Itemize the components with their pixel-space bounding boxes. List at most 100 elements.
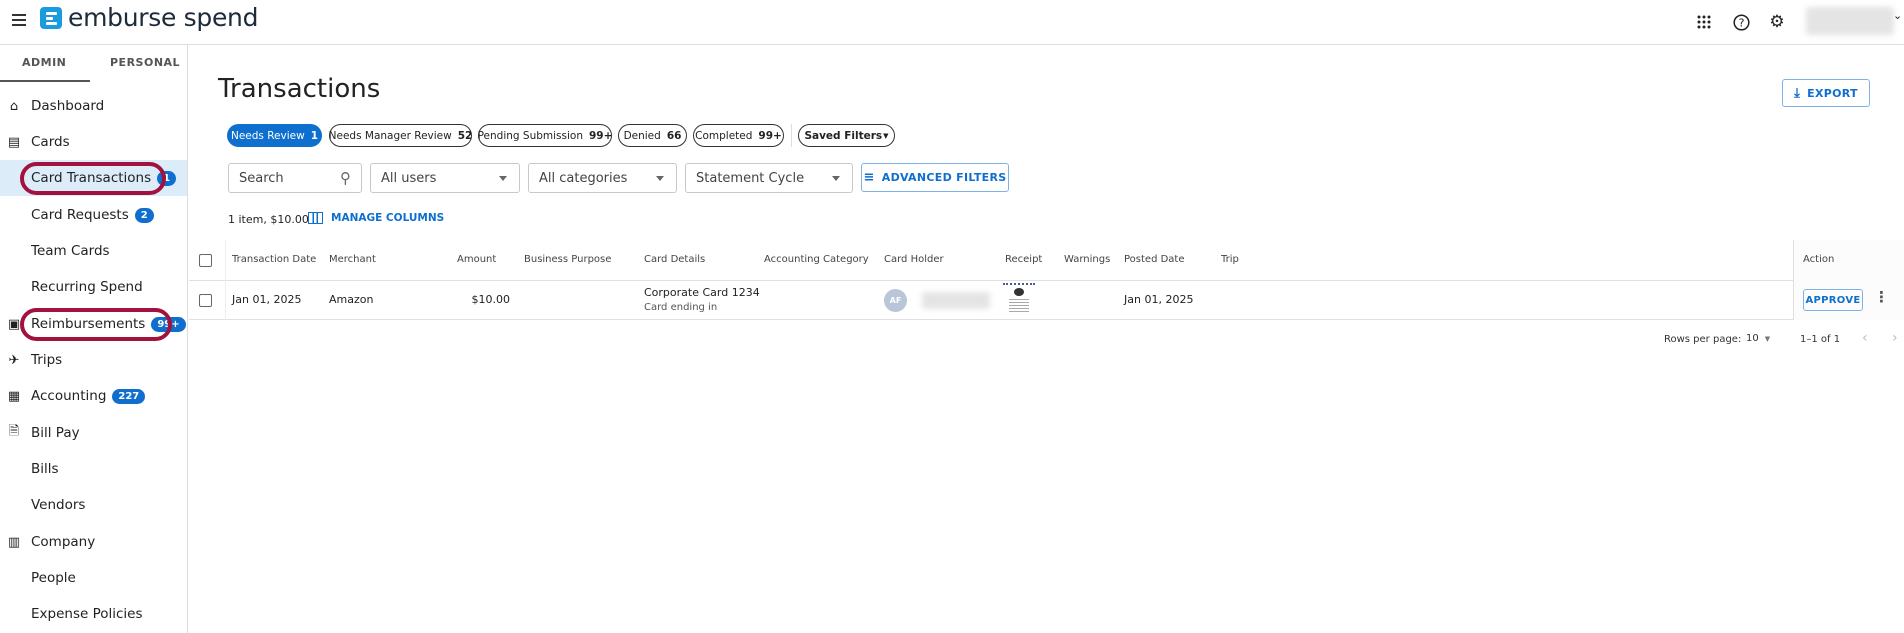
active-tab-indicator bbox=[0, 80, 90, 82]
sidebar: ADMIN PERSONAL ⌂ Dashboard ▤ Cards Card Tr… bbox=[0, 45, 188, 633]
chip-count: 66 bbox=[666, 129, 682, 142]
transaction-date: Jan 01, 2025 bbox=[232, 293, 302, 306]
help-icon[interactable]: ? bbox=[1731, 12, 1751, 32]
top-bar: emburse spend ? ⚙ ⌄ bbox=[0, 0, 1904, 45]
select-all-checkbox[interactable] bbox=[199, 254, 212, 267]
chip-label: Needs Review bbox=[230, 129, 305, 142]
merchant: Amazon bbox=[329, 293, 374, 306]
caret-down-icon bbox=[656, 176, 664, 181]
chip-count: 99+ bbox=[588, 129, 613, 142]
search-icon: ⚲ bbox=[340, 169, 351, 187]
caret-down-icon: ▼ bbox=[883, 131, 889, 140]
plane-icon: ✈ bbox=[8, 352, 20, 368]
sidebar-item-recurring-spend[interactable]: Recurring Spend bbox=[0, 269, 187, 305]
col-card-holder[interactable]: Card Holder bbox=[884, 254, 944, 265]
search-placeholder: Search bbox=[239, 170, 284, 186]
col-card-details[interactable]: Card Details bbox=[644, 254, 705, 265]
chevron-down-icon[interactable]: ⌄ bbox=[1893, 9, 1902, 22]
label: Card Requests bbox=[31, 207, 129, 223]
statement-cycle-select[interactable]: Statement Cycle bbox=[685, 163, 853, 193]
chip-denied[interactable]: Denied 66 bbox=[618, 124, 687, 147]
receipt-thumbnail[interactable] bbox=[1003, 283, 1035, 318]
sidebar-item-accounting[interactable]: ▦ Accounting 227 bbox=[0, 378, 187, 414]
card-ending: Card ending in bbox=[644, 302, 718, 313]
chip-label: Saved Filters bbox=[804, 129, 883, 142]
chip-count: 1 bbox=[310, 129, 319, 142]
row-checkbox[interactable] bbox=[199, 294, 212, 307]
chip-label: Needs Manager Review bbox=[328, 129, 452, 142]
column-divider bbox=[225, 240, 226, 320]
col-action: Action bbox=[1803, 254, 1835, 265]
sidebar-item-card-requests[interactable]: Card Requests 2 bbox=[0, 197, 187, 233]
sidebar-item-bill-pay[interactable]: 🗎 Bill Pay bbox=[0, 415, 187, 451]
saved-filters-dropdown[interactable]: Saved Filters ▼ bbox=[798, 124, 895, 147]
advanced-filters-button[interactable]: ≡ ADVANCED FILTERS bbox=[861, 163, 1009, 192]
chip-count: 52 bbox=[457, 129, 473, 142]
chip-completed[interactable]: Completed 99+ bbox=[693, 124, 784, 147]
tab-personal[interactable]: PERSONAL bbox=[110, 56, 180, 69]
col-trip[interactable]: Trip bbox=[1221, 254, 1239, 265]
col-accounting-category[interactable]: Accounting Category bbox=[764, 254, 869, 265]
export-button[interactable]: ⤓ EXPORT bbox=[1782, 79, 1870, 107]
approve-button[interactable]: APPROVE bbox=[1803, 289, 1863, 311]
rows-per-page-select[interactable]: 10 ▼ bbox=[1746, 333, 1770, 344]
caret-down-icon: ▼ bbox=[1764, 335, 1771, 343]
badge: 227 bbox=[112, 389, 146, 404]
settings-gear-icon[interactable]: ⚙ bbox=[1767, 12, 1787, 32]
pagination-range: 1–1 of 1 bbox=[1800, 334, 1841, 345]
menu-icon[interactable] bbox=[12, 14, 26, 26]
caret-down-icon bbox=[499, 176, 507, 181]
col-transaction-date[interactable]: Transaction Date bbox=[232, 254, 316, 265]
select-value: Statement Cycle bbox=[696, 170, 805, 186]
amount: $10.00 bbox=[471, 293, 511, 306]
previous-page-icon[interactable]: ‹ bbox=[1862, 330, 1868, 346]
home-icon: ⌂ bbox=[9, 98, 19, 114]
sidebar-item-company[interactable]: ▥ Company bbox=[0, 524, 187, 560]
export-label: EXPORT bbox=[1807, 86, 1858, 100]
rows-per-page-label: Rows per page: bbox=[1664, 334, 1742, 345]
sidebar-item-people[interactable]: People bbox=[0, 560, 187, 596]
header-divider bbox=[189, 280, 1904, 281]
col-posted-date[interactable]: Posted Date bbox=[1124, 254, 1185, 265]
chip-pending-submission[interactable]: Pending Submission 99+ bbox=[478, 124, 612, 147]
sidebar-item-bills[interactable]: Bills bbox=[0, 451, 187, 487]
sidebar-item-dashboard[interactable]: ⌂ Dashboard bbox=[0, 88, 187, 124]
col-receipt[interactable]: Receipt bbox=[1005, 254, 1042, 265]
filter-icon: ≡ bbox=[863, 170, 875, 185]
col-amount[interactable]: Amount bbox=[457, 254, 496, 265]
col-business-purpose[interactable]: Business Purpose bbox=[524, 254, 611, 265]
sidebar-item-expense-policies[interactable]: Expense Policies bbox=[0, 596, 187, 632]
chip-label: Pending Submission bbox=[477, 129, 583, 142]
sidebar-item-vendors[interactable]: Vendors bbox=[0, 487, 187, 523]
categories-select[interactable]: All categories bbox=[528, 163, 677, 193]
manage-columns-button[interactable]: MANAGE COLUMNS bbox=[308, 212, 444, 224]
card-holder-name-blurred bbox=[922, 292, 990, 309]
svg-text:?: ? bbox=[1738, 16, 1744, 29]
more-options-icon[interactable]: ⋮ bbox=[1874, 290, 1889, 305]
card-details: Corporate Card 1234 bbox=[644, 286, 760, 299]
search-input[interactable]: Search ⚲ bbox=[228, 163, 362, 193]
badge: 2 bbox=[134, 208, 154, 223]
sidebar-item-cards[interactable]: ▤ Cards bbox=[0, 124, 187, 160]
sidebar-item-team-cards[interactable]: Team Cards bbox=[0, 233, 187, 269]
label: Accounting bbox=[31, 388, 107, 404]
emburse-logo-icon bbox=[40, 7, 62, 29]
bill-icon: 🗎 bbox=[8, 424, 20, 439]
user-name-blurred[interactable] bbox=[1806, 7, 1894, 35]
sidebar-item-trips[interactable]: ✈ Trips bbox=[0, 342, 187, 378]
page-title: Transactions bbox=[218, 74, 381, 104]
col-merchant[interactable]: Merchant bbox=[329, 254, 376, 265]
apps-grid-icon[interactable] bbox=[1694, 12, 1714, 32]
brand-logo-text[interactable]: emburse spend bbox=[68, 3, 258, 32]
building-icon: ▥ bbox=[7, 534, 21, 550]
advanced-filters-label: ADVANCED FILTERS bbox=[881, 171, 1007, 184]
tab-admin[interactable]: ADMIN bbox=[22, 56, 66, 69]
users-select[interactable]: All users bbox=[370, 163, 520, 193]
transactions-table bbox=[189, 240, 1904, 320]
chip-divider bbox=[791, 124, 792, 147]
chip-needs-manager-review[interactable]: Needs Manager Review 52 bbox=[329, 124, 472, 147]
rows-value: 10 bbox=[1746, 333, 1759, 344]
chip-needs-review[interactable]: Needs Review 1 bbox=[227, 124, 322, 147]
next-page-icon[interactable]: › bbox=[1892, 330, 1898, 346]
col-warnings[interactable]: Warnings bbox=[1064, 254, 1110, 265]
